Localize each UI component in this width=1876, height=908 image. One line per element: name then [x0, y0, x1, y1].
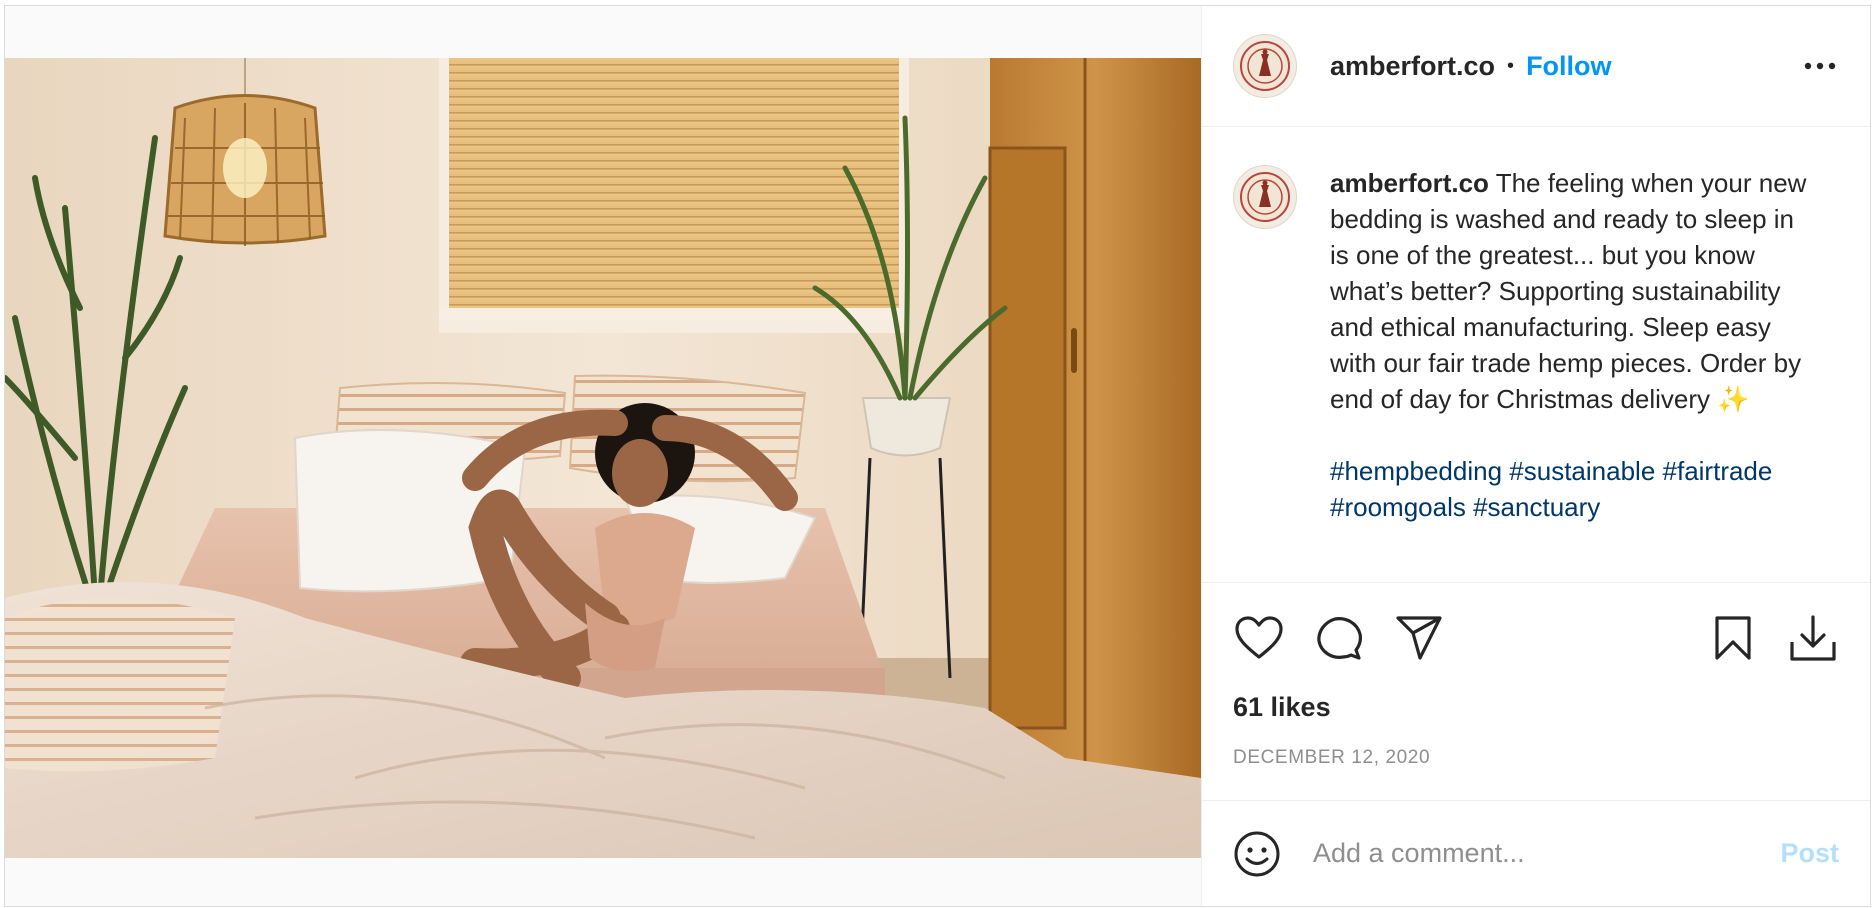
likes-count[interactable]: 61 likes [1233, 692, 1331, 723]
share-button[interactable] [1393, 612, 1445, 664]
avatar[interactable] [1233, 34, 1297, 98]
post-header: amberfort.co • Follow [1202, 6, 1870, 127]
caption-username[interactable]: amberfort.co [1330, 168, 1489, 198]
amberfort-logo-icon [1240, 41, 1290, 91]
comment-icon [1317, 617, 1362, 660]
comment-button[interactable] [1313, 612, 1365, 664]
bedroom-photo-illustration [5, 58, 1201, 858]
caption-avatar[interactable] [1233, 165, 1297, 229]
hashtag-link[interactable]: #fairtrade [1663, 456, 1773, 486]
hashtag-link[interactable]: #hempbedding [1330, 456, 1502, 486]
comment-bar: Post [1202, 800, 1870, 906]
share-icon [1396, 616, 1442, 660]
caption-text: amberfort.co The feeling when your new b… [1330, 165, 1810, 417]
amberfort-logo-icon [1240, 172, 1290, 222]
heart-icon [1235, 616, 1283, 659]
action-bar [1202, 603, 1870, 673]
separator-dot: • [1507, 54, 1515, 77]
follow-button[interactable]: Follow [1526, 51, 1611, 82]
media-pane [5, 6, 1201, 906]
comment-input[interactable] [1311, 837, 1771, 870]
post-date[interactable]: DECEMBER 12, 2020 [1233, 747, 1430, 769]
caption-body: amberfort.co The feeling when your new b… [1330, 165, 1810, 582]
like-button[interactable] [1233, 612, 1285, 664]
download-button[interactable] [1787, 612, 1839, 664]
post-photo[interactable] [5, 58, 1201, 858]
save-button[interactable] [1707, 612, 1759, 664]
hashtag-link[interactable]: #roomgoals [1330, 492, 1466, 522]
details-pane: amberfort.co • Follow amberfort.co The f… [1201, 6, 1870, 906]
post-author-username[interactable]: amberfort.co [1330, 51, 1495, 82]
post-comment-button[interactable]: Post [1780, 838, 1839, 869]
hashtag-list: #hempbedding #sustainable #fairtrade #ro… [1330, 453, 1810, 525]
more-options-button[interactable] [1800, 46, 1840, 86]
instagram-post: amberfort.co • Follow amberfort.co The f… [4, 5, 1871, 907]
more-options-icon [1804, 62, 1836, 70]
hashtag-link[interactable]: #sustainable [1509, 456, 1655, 486]
download-icon [1790, 615, 1836, 661]
caption-area: amberfort.co The feeling when your new b… [1202, 127, 1870, 583]
emoji-icon [1234, 831, 1280, 876]
hashtag-link[interactable]: #sanctuary [1473, 492, 1600, 522]
emoji-button[interactable] [1233, 830, 1281, 878]
caption-message: The feeling when your new bedding is was… [1330, 168, 1807, 414]
bookmark-icon [1715, 616, 1751, 660]
